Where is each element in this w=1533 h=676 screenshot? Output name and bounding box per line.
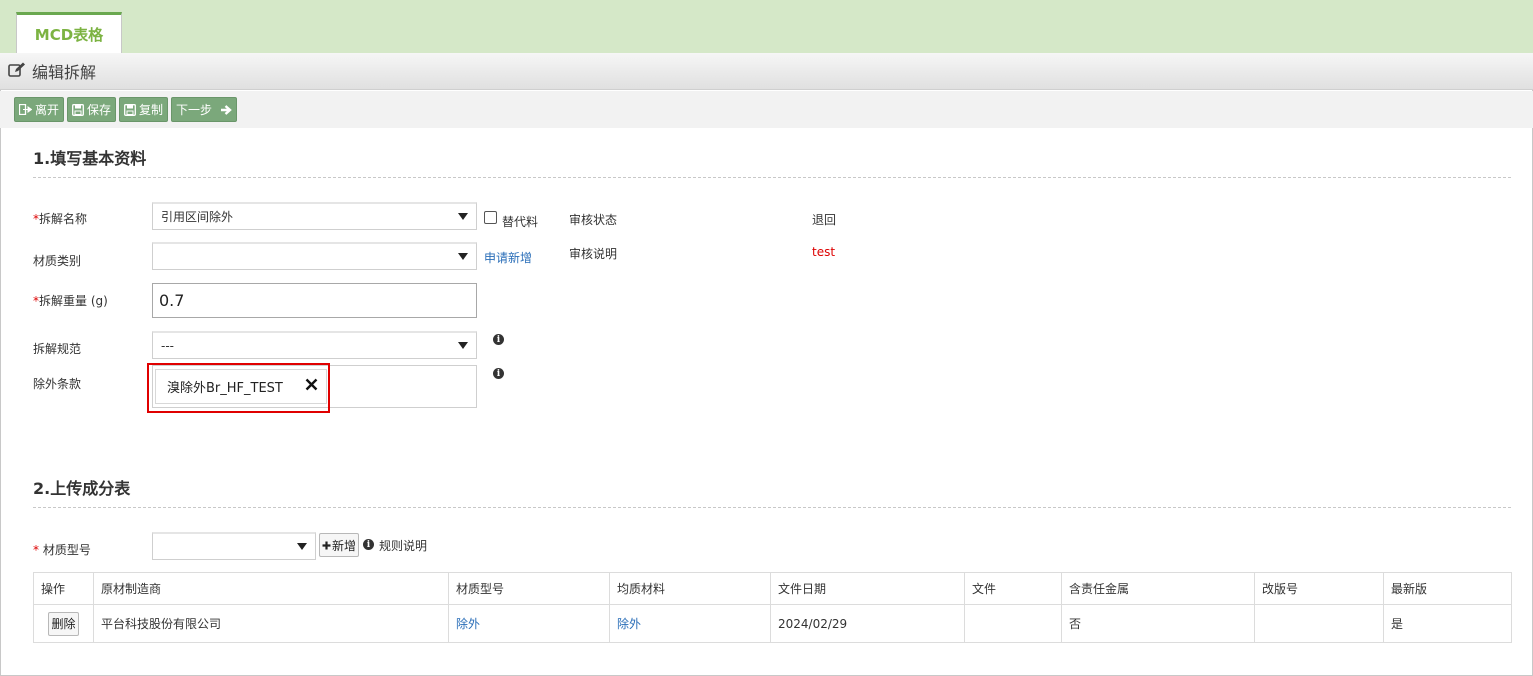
next-label: 下一步 bbox=[176, 103, 213, 117]
tab-strip: MCD表格 bbox=[0, 0, 1533, 54]
copy-label: 复制 bbox=[139, 103, 164, 117]
section-heading-basic-info: 1.填写基本资料 bbox=[33, 149, 147, 168]
name-select-value: 引用区间除外 bbox=[161, 210, 234, 224]
name-select[interactable]: 引用区间除外 bbox=[152, 202, 477, 230]
column-header: 最新版 bbox=[1383, 572, 1512, 605]
add-model-button[interactable]: 新增 bbox=[319, 533, 359, 557]
leave-label: 离开 bbox=[35, 103, 60, 117]
column-header: 改版号 bbox=[1254, 572, 1384, 605]
substitute-label: 替代料 bbox=[502, 215, 539, 229]
toolbar: 离开 保存 复制 下一步 bbox=[0, 91, 1533, 128]
arrow-right-icon bbox=[221, 104, 232, 115]
column-header: 操作 bbox=[33, 572, 94, 605]
table-row: 删除 平台科技股份有限公司 除外 除外 2024/02/29 否 是 bbox=[33, 604, 1512, 643]
edit-icon bbox=[8, 62, 26, 81]
add-model-label: 新增 bbox=[331, 538, 356, 553]
model-cell-link[interactable]: 除外 bbox=[448, 604, 610, 643]
apply-new-link[interactable]: 申请新增 bbox=[484, 249, 532, 266]
field-label-material-type: 材质类别 bbox=[33, 254, 82, 268]
revision-cell bbox=[1254, 604, 1384, 643]
material-type-select[interactable] bbox=[152, 242, 477, 270]
weight-input[interactable]: 0.7 bbox=[152, 283, 477, 318]
save-button[interactable]: 保存 bbox=[67, 97, 117, 122]
review-note-label: 审核说明 bbox=[569, 247, 618, 261]
divider bbox=[33, 177, 1511, 178]
sign-out-icon bbox=[19, 104, 32, 115]
chevron-down-icon bbox=[458, 342, 468, 349]
homogeneous-cell-link[interactable]: 除外 bbox=[609, 604, 771, 643]
column-header: 原材制造商 bbox=[93, 572, 449, 605]
column-header: 文件 bbox=[964, 572, 1062, 605]
column-header: 材质型号 bbox=[448, 572, 610, 605]
file-cell bbox=[964, 604, 1062, 643]
page-title-bar: 编辑拆解 bbox=[0, 53, 1533, 90]
divider bbox=[33, 507, 1511, 508]
chevron-down-icon bbox=[297, 543, 307, 550]
leave-button[interactable]: 离开 bbox=[14, 97, 65, 122]
column-header: 含责任金属 bbox=[1061, 572, 1255, 605]
latest-cell: 是 bbox=[1383, 604, 1512, 643]
review-note-value: test bbox=[812, 245, 836, 259]
copy-button[interactable]: 复制 bbox=[119, 97, 169, 122]
field-label-weight: *拆解重量 (g) bbox=[33, 294, 108, 308]
highlight-box bbox=[147, 363, 330, 413]
table-header-row: 操作 原材制造商 材质型号 均质材料 文件日期 文件 含责任金属 改版号 最新版 bbox=[33, 572, 1512, 605]
review-status-label: 审核状态 bbox=[569, 213, 618, 227]
delete-row-button[interactable]: 删除 bbox=[48, 611, 79, 636]
section-heading-upload: 2.上传成分表 bbox=[33, 479, 131, 498]
spec-select-value: --- bbox=[161, 338, 174, 353]
next-step-button[interactable]: 下一步 bbox=[171, 97, 238, 122]
info-icon: i bbox=[363, 539, 374, 550]
manufacturer-cell: 平台科技股份有限公司 bbox=[93, 604, 449, 643]
save-label: 保存 bbox=[87, 103, 112, 117]
substitute-checkbox[interactable] bbox=[484, 211, 497, 224]
info-icon[interactable]: i bbox=[493, 368, 504, 379]
chevron-down-icon bbox=[458, 253, 468, 260]
field-label-spec: 拆解规范 bbox=[33, 342, 82, 356]
field-label-model: * 材质型号 bbox=[33, 543, 91, 557]
chevron-down-icon bbox=[458, 213, 468, 220]
info-icon[interactable]: i bbox=[493, 334, 504, 345]
column-header: 文件日期 bbox=[770, 572, 965, 605]
review-status-value: 退回 bbox=[812, 213, 837, 227]
plus-icon bbox=[322, 541, 331, 549]
page-title: 编辑拆解 bbox=[32, 63, 97, 82]
column-header: 均质材料 bbox=[609, 572, 771, 605]
spec-select[interactable]: --- bbox=[152, 331, 477, 359]
composition-table: 操作 原材制造商 材质型号 均质材料 文件日期 文件 含责任金属 改版号 最新版… bbox=[33, 572, 1512, 643]
tab-mcd-form[interactable]: MCD表格 bbox=[16, 12, 122, 54]
field-label-exclusion: 除外条款 bbox=[33, 377, 82, 391]
model-select[interactable] bbox=[152, 532, 316, 560]
field-label-name: *拆解名称 bbox=[33, 212, 88, 226]
rules-link[interactable]: 规则说明 bbox=[379, 537, 427, 554]
metal-cell: 否 bbox=[1061, 604, 1255, 643]
date-cell: 2024/02/29 bbox=[770, 604, 965, 643]
save-icon bbox=[124, 103, 136, 116]
save-icon bbox=[72, 103, 84, 116]
